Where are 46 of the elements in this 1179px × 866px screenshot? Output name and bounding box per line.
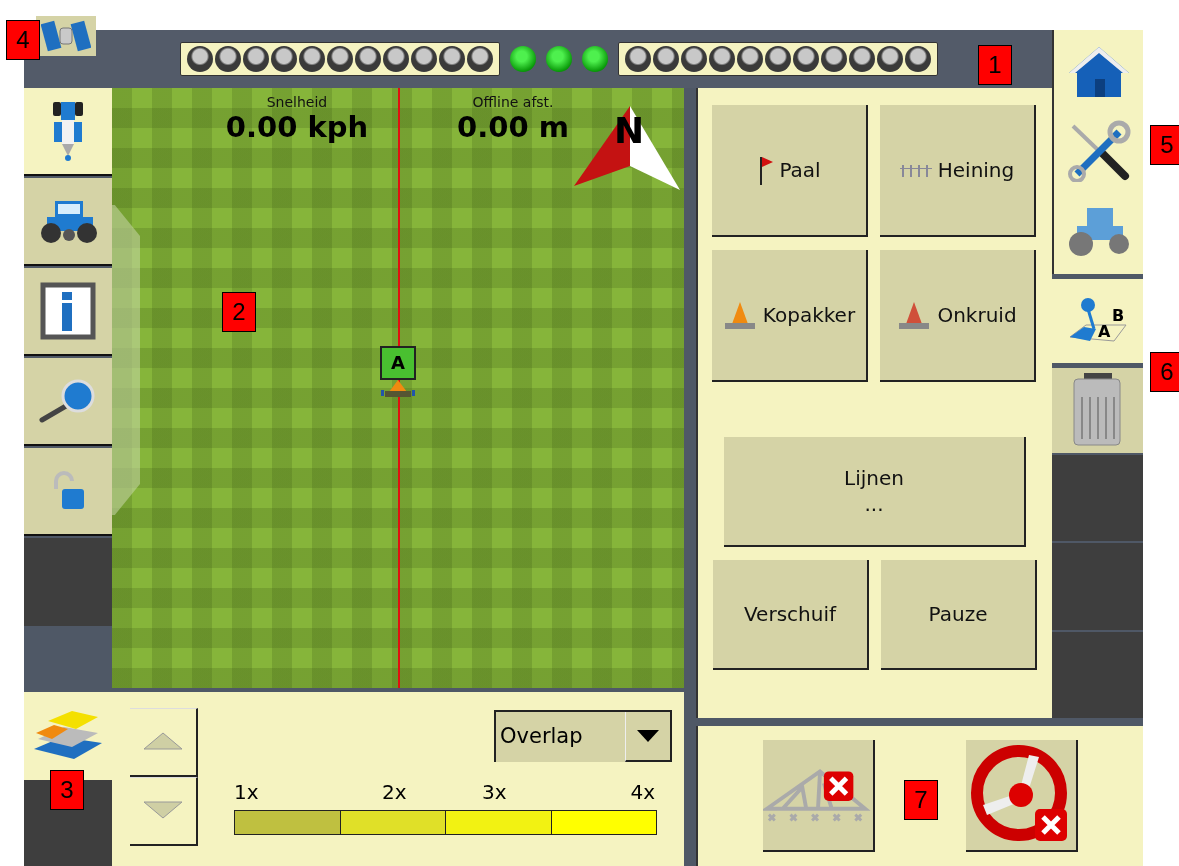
guidance-button[interactable]: Kopakker <box>712 250 868 382</box>
scroll-up-button[interactable] <box>130 708 198 777</box>
steering-wheel-button[interactable] <box>965 740 1078 852</box>
vehicle-marker: A <box>380 346 416 380</box>
guidance-button[interactable]: Heining <box>880 105 1036 237</box>
speed-value: 0.00 kph <box>224 110 370 144</box>
side-tab[interactable]: A B <box>1052 278 1143 364</box>
boom-control-button[interactable] <box>763 740 876 852</box>
info-icon <box>40 282 96 340</box>
offline-distance-value: 0.00 m <box>456 110 570 144</box>
callout-number: 5 <box>1150 125 1179 165</box>
satellite-button[interactable] <box>36 16 96 56</box>
callout-number: 3 <box>50 770 84 810</box>
scroll-down-button[interactable] <box>130 777 198 846</box>
side-tab[interactable] <box>24 448 112 536</box>
down-triangle-icon <box>142 799 184 820</box>
caret-icon <box>637 730 659 742</box>
side-tab[interactable] <box>24 268 112 356</box>
callout-number: 1 <box>978 45 1012 85</box>
side-panel-handle[interactable] <box>112 205 140 515</box>
vehicle-icon <box>381 380 415 398</box>
side-tab[interactable] <box>24 358 112 446</box>
up-triangle-icon <box>142 730 184 751</box>
scale-label: 4x <box>630 780 655 804</box>
callout-number: 2 <box>222 292 256 332</box>
guidance-button[interactable]: Paal <box>712 105 868 237</box>
coverage-mode-dropdown[interactable]: Overlap <box>494 710 672 762</box>
side-tab[interactable] <box>24 88 112 176</box>
scale-label: 1x <box>234 780 260 804</box>
cone-icon <box>897 300 932 330</box>
speed-label: Snelheid <box>265 94 329 110</box>
scale-label: 2x <box>382 780 408 804</box>
callout-number: 6 <box>1150 352 1179 392</box>
fence-icon <box>899 163 932 177</box>
guidance-button[interactable]: Lijnen ... <box>724 437 1026 547</box>
implement-icon <box>51 100 85 162</box>
offline-distance-label: Offline afst. <box>471 94 555 110</box>
flag-icon <box>757 155 774 185</box>
guidance-button[interactable]: Onkruid <box>880 250 1036 382</box>
traffic-cone-icon <box>722 300 757 330</box>
callout-number: 7 <box>904 780 938 820</box>
guidance-button[interactable]: Verschuif <box>713 560 869 670</box>
guidance-button[interactable]: Pauze <box>881 560 1037 670</box>
callout-number: 4 <box>6 20 40 60</box>
side-tab[interactable] <box>24 178 112 266</box>
scale-label: 3x <box>482 780 508 804</box>
